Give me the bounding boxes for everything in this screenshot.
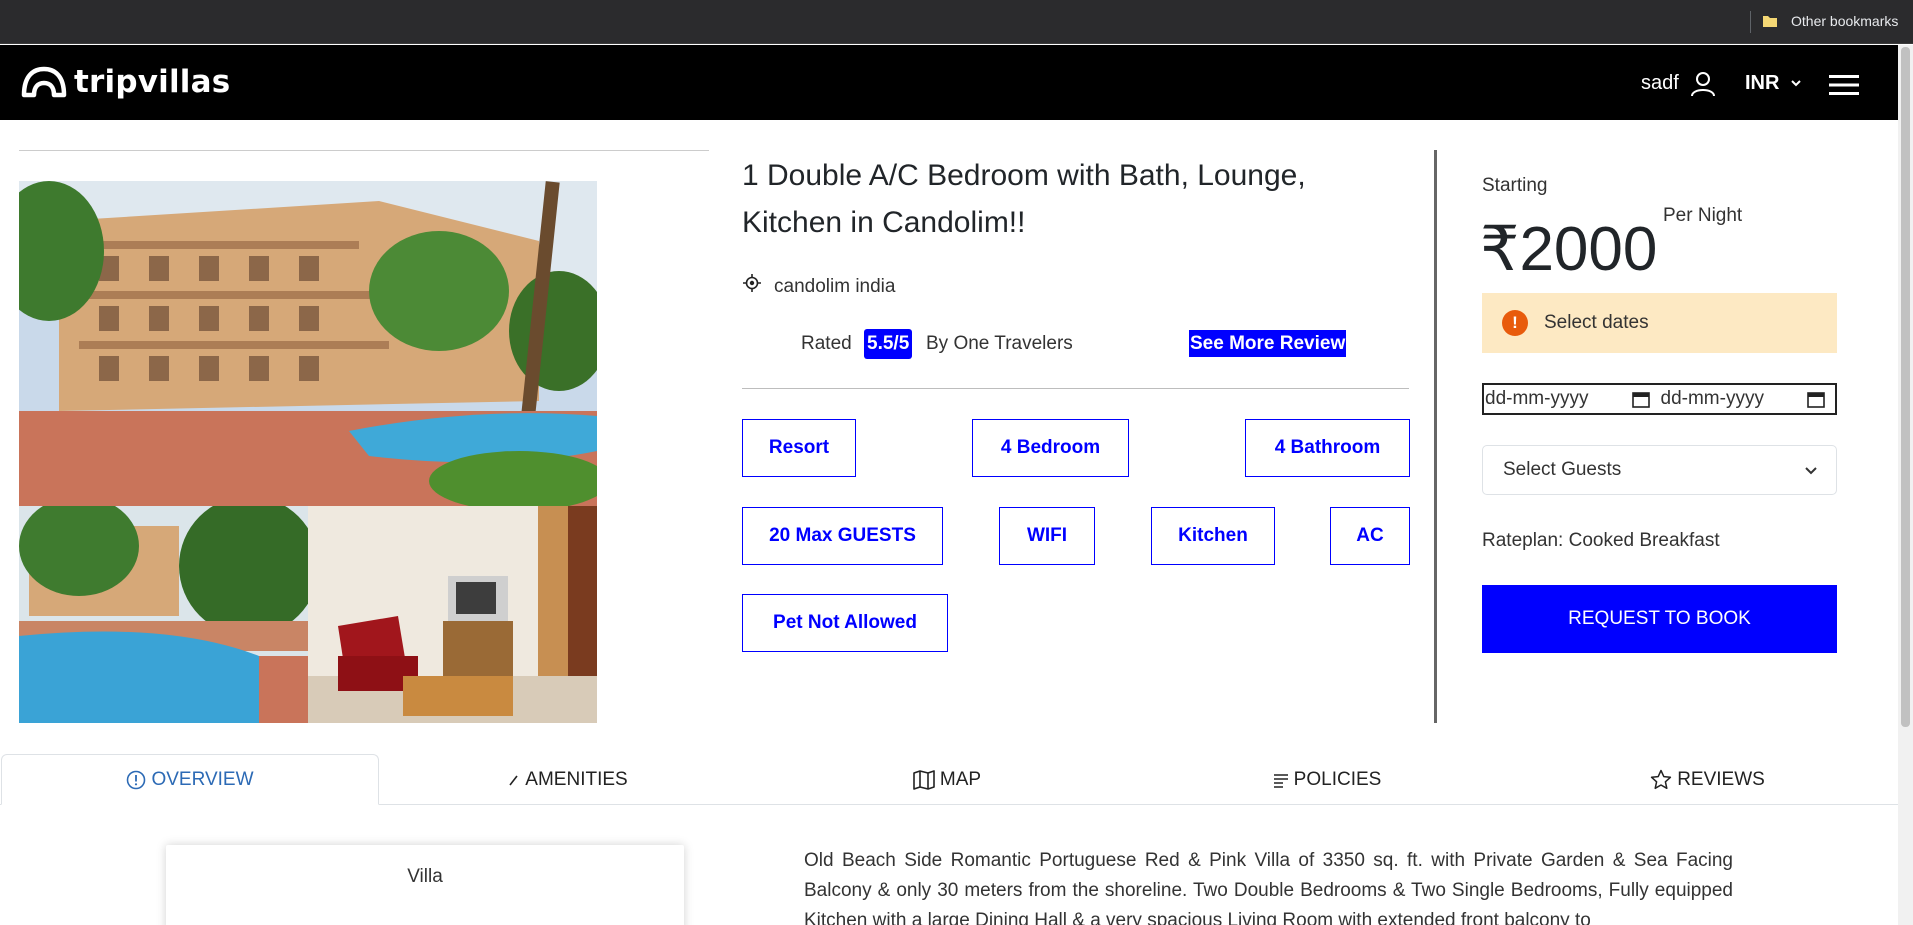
exclamation-icon: ! (1502, 310, 1528, 336)
guests-select[interactable]: Select Guests (1482, 445, 1837, 495)
tag-kitchen[interactable]: Kitchen (1151, 507, 1275, 565)
map-icon (913, 769, 935, 790)
date-range-input: dd-mm-yyyy dd-mm-yyyy (1482, 383, 1837, 415)
page-scrollbar[interactable] (1898, 45, 1913, 925)
tab-map[interactable]: MAP (757, 754, 1137, 805)
property-type-label: Villa (407, 866, 443, 887)
chevron-down-icon (1805, 467, 1817, 475)
room-photo[interactable] (308, 506, 597, 723)
tab-overview[interactable]: OVERVIEW (1, 754, 379, 805)
rating-count-text: By One Travelers (926, 333, 1073, 354)
property-title: 1 Double A/C Bedroom with Bath, Lounge, … (742, 159, 1306, 239)
tab-amenities-label: AMENITIES (525, 768, 628, 790)
star-icon (1651, 769, 1672, 790)
checkin-date-placeholder: dd-mm-yyyy (1485, 388, 1589, 409)
list-icon (1273, 773, 1288, 788)
user-name[interactable]: sadf (1641, 72, 1679, 95)
tab-map-label: MAP (939, 768, 982, 790)
user-icon[interactable] (1690, 71, 1716, 97)
brand-logo[interactable]: tripvillas (20, 64, 230, 100)
rating-badge: 5.5/5 (864, 329, 913, 359)
tag-resort[interactable]: Resort (742, 419, 856, 477)
vertical-divider (1434, 150, 1437, 723)
folder-icon[interactable] (1762, 13, 1778, 29)
tab-reviews[interactable]: REVIEWS (1517, 754, 1898, 805)
tag-bathrooms[interactable]: 4 Bathroom (1245, 419, 1410, 477)
tag-ac[interactable]: AC (1330, 507, 1410, 565)
tag-wifi[interactable]: WIFI (999, 507, 1095, 565)
other-bookmarks-link[interactable]: Other bookmarks (1791, 13, 1898, 29)
tab-amenities[interactable]: AMENITIES (379, 754, 757, 805)
tab-policies-label: POLICIES (1293, 768, 1382, 790)
tab-policies[interactable]: POLICIES (1137, 754, 1517, 805)
calendar-icon[interactable] (1631, 391, 1650, 408)
select-dates-alert: ! Select dates (1482, 293, 1837, 353)
info-circle-icon (127, 770, 146, 789)
location-target-icon (743, 274, 761, 292)
chevron-down-icon[interactable] (1790, 78, 1802, 88)
property-description: Old Beach Side Romantic Portuguese Red &… (804, 850, 1733, 925)
bookmarks-separator (1750, 11, 1751, 33)
scrollbar-thumb[interactable] (1901, 47, 1910, 727)
calendar-icon[interactable] (1807, 391, 1825, 408)
guests-placeholder: Select Guests (1503, 459, 1622, 480)
tag-bedrooms[interactable]: 4 Bedroom (972, 419, 1129, 477)
brand-name: tripvillas (74, 64, 231, 100)
hamburger-menu-icon[interactable] (1829, 74, 1859, 96)
tab-overview-label: OVERVIEW (151, 768, 254, 790)
request-to-book-button[interactable]: REQUEST TO BOOK (1482, 585, 1837, 653)
see-more-review-link[interactable]: See More Review (1189, 330, 1347, 357)
rated-label: Rated (801, 333, 852, 354)
site-navbar: tripvillas sadf INR (0, 45, 1898, 120)
checkout-date-input[interactable]: dd-mm-yyyy (1660, 385, 1836, 413)
main-property-photo[interactable] (19, 181, 597, 506)
pencil-icon (509, 775, 518, 785)
currency-selector[interactable]: INR (1745, 72, 1779, 95)
checkin-date-input[interactable]: dd-mm-yyyy (1484, 385, 1660, 413)
starting-label: Starting (1482, 175, 1548, 196)
property-location: candolim india (774, 276, 896, 297)
price-value: ₹2000 (1480, 215, 1658, 284)
rateplan-text: Rateplan: Cooked Breakfast (1482, 530, 1720, 551)
gallery-divider (19, 150, 709, 151)
bookmarks-bar: Other bookmarks (0, 0, 1913, 44)
tab-reviews-label: REVIEWS (1677, 768, 1765, 790)
checkout-date-placeholder: dd-mm-yyyy (1660, 388, 1764, 409)
per-night-label: Per Night (1663, 205, 1743, 226)
tag-max-guests[interactable]: 20 Max GUESTS (742, 507, 943, 565)
tag-pet-policy[interactable]: Pet Not Allowed (742, 594, 948, 652)
property-type-card: Villa (166, 845, 684, 925)
pool-photo[interactable] (19, 506, 308, 723)
details-divider (742, 388, 1409, 389)
alert-text: Select dates (1544, 312, 1649, 333)
tripvillas-logo-icon (21, 66, 67, 98)
